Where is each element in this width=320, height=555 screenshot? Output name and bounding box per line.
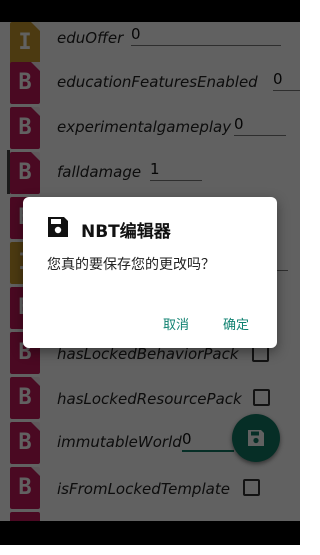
confirm-button[interactable]: 确定	[223, 314, 249, 333]
dialog-message: 您真的要保存您的更改吗？	[47, 257, 215, 273]
dialog-title: NBT编辑器	[81, 222, 171, 242]
save-icon	[48, 217, 68, 237]
cancel-button[interactable]: 取消	[163, 314, 189, 333]
save-confirm-dialog: NBT编辑器 您真的要保存您的更改吗？ 取消 确定	[23, 197, 277, 348]
